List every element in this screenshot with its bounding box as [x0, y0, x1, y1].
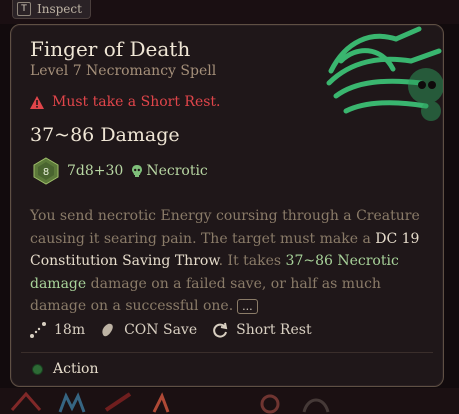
hotbar-slot-icon[interactable]: [298, 390, 334, 414]
hotbar-slot-icon[interactable]: [100, 390, 136, 414]
hotbar-slot-icon[interactable]: [252, 390, 288, 414]
save-value: CON Save: [124, 322, 198, 338]
warning-icon: [30, 95, 44, 109]
d8-die-icon: 8: [33, 157, 59, 185]
damage-type: Necrotic: [131, 163, 208, 179]
dice-formula: 7d8+30: [67, 163, 124, 179]
inspect-label: Inspect: [37, 2, 82, 16]
inspect-hint[interactable]: T Inspect: [12, 0, 91, 19]
necrotic-skull-icon: [132, 165, 143, 177]
save-stat: CON Save: [99, 321, 197, 339]
short-rest-icon: [213, 322, 228, 338]
desc-text-2: . It takes: [218, 253, 286, 269]
damage-type-label: Necrotic: [146, 163, 208, 179]
damage-range: 37~86 Damage: [30, 124, 180, 146]
spell-name: Finger of Death: [30, 37, 191, 61]
action-dot-icon: [32, 363, 43, 375]
rest-warning: Must take a Short Rest.: [30, 94, 221, 110]
spell-level-school: Level 7 Necromancy Spell: [30, 63, 217, 79]
svg-text:8: 8: [43, 167, 49, 178]
spell-stats: 18m CON Save Short Rest: [29, 321, 312, 339]
warning-text: Must take a Short Rest.: [52, 94, 221, 110]
rest-stat: Short Rest: [211, 321, 312, 339]
spell-tooltip: Finger of Death Level 7 Necromancy Spell…: [10, 24, 444, 387]
hotbar-slot-icon[interactable]: [146, 390, 182, 414]
necrotic-hand-icon: [326, 26, 443, 121]
hotbar-strip: [0, 388, 459, 414]
action-type: Action: [32, 361, 99, 377]
range-value: 18m: [54, 322, 86, 338]
hotbar-slot-icon[interactable]: [54, 390, 90, 414]
range-stat: 18m: [29, 321, 85, 339]
action-label: Action: [53, 361, 99, 377]
range-icon: [30, 322, 46, 338]
inspect-key: T: [17, 2, 31, 16]
damage-dice-row: 8 7d8+30 Necrotic: [33, 157, 208, 185]
divider: [21, 352, 433, 353]
hotbar-slot-icon[interactable]: [8, 390, 44, 414]
more-button[interactable]: ...: [237, 298, 258, 314]
rest-value: Short Rest: [236, 322, 312, 338]
saving-throw-icon: [102, 323, 113, 337]
desc-text-1: You send necrotic Energy coursing throug…: [30, 208, 420, 247]
spell-description: You send necrotic Energy coursing throug…: [30, 205, 430, 318]
